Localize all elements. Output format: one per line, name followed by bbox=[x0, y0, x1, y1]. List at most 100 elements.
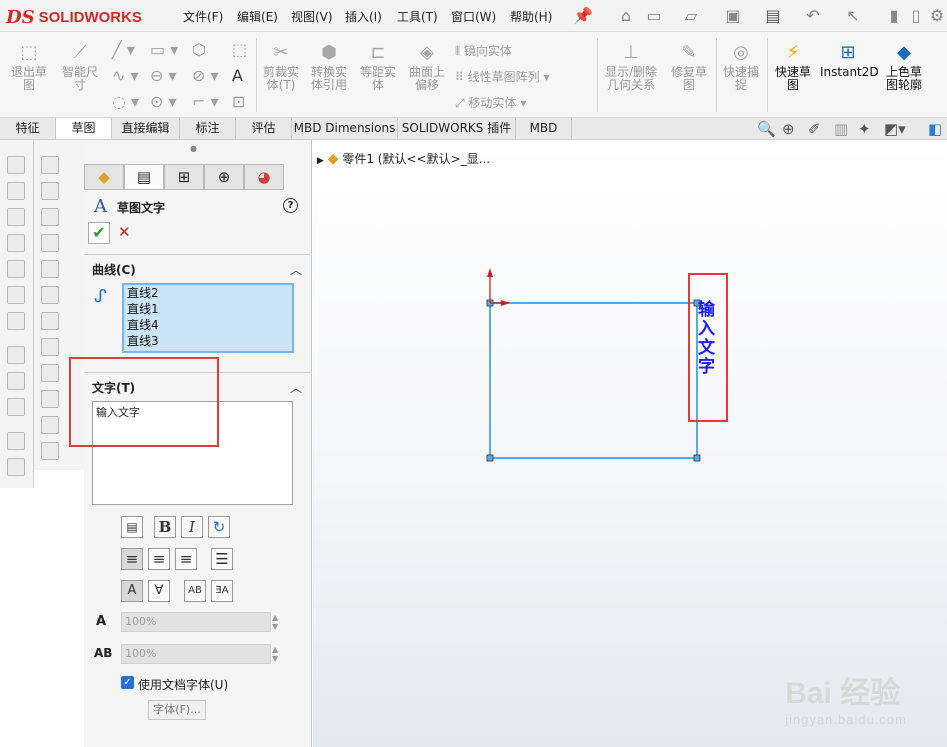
spline-tool-icon[interactable]: ∿ ▾ bbox=[112, 66, 139, 85]
tab-display-manager[interactable]: ◕ bbox=[244, 164, 284, 190]
tab-mbd[interactable]: MBD bbox=[516, 118, 572, 139]
view-top-icon[interactable] bbox=[7, 260, 25, 278]
solidworks-logo[interactable]: DS SOLIDWORKS bbox=[6, 4, 156, 30]
options-gear-icon[interactable]: ⚙ bbox=[926, 5, 947, 27]
help-icon[interactable]: ? bbox=[283, 198, 298, 213]
tab-sketch[interactable]: 草图 bbox=[56, 118, 112, 139]
tab-solidworks-addins[interactable]: SOLIDWORKS 插件 bbox=[398, 118, 516, 139]
shaded-sketch-contours-button[interactable]: ◆ 上色草 图轮廓 bbox=[878, 42, 930, 92]
chevron-up-icon[interactable]: ︿ bbox=[290, 261, 302, 278]
view-iso-icon[interactable] bbox=[7, 312, 25, 330]
menu-help[interactable]: 帮助(H) bbox=[510, 8, 552, 25]
pattern-icon[interactable] bbox=[41, 416, 59, 434]
rebuild-icon[interactable]: ▮ bbox=[883, 5, 905, 27]
rotate-button[interactable]: ↻ bbox=[208, 516, 230, 538]
offset-entities-button[interactable]: ⊏ 等距实 体 bbox=[355, 42, 401, 92]
menu-file[interactable]: 文件(F) bbox=[183, 8, 223, 25]
display-delete-relations-button[interactable]: ⊥ 显示/删除 几何关系 bbox=[600, 42, 662, 92]
spinner-arrows-icon[interactable]: ▲ ▼ bbox=[272, 613, 284, 631]
convert-entities-button[interactable]: ⬢ 转换实 体引用 bbox=[306, 42, 352, 92]
menu-tools[interactable]: 工具(T) bbox=[397, 8, 438, 25]
tab-dimxpert[interactable]: ⊕ bbox=[204, 164, 244, 190]
extrude-icon[interactable] bbox=[41, 182, 59, 200]
save-icon[interactable]: ▣ bbox=[722, 5, 744, 27]
revolve-icon[interactable] bbox=[41, 208, 59, 226]
menu-window[interactable]: 窗口(W) bbox=[451, 8, 496, 25]
repair-sketch-button[interactable]: ✎ 修复草 图 bbox=[666, 42, 712, 92]
rib-icon[interactable] bbox=[41, 338, 59, 356]
measure-tool-icon[interactable] bbox=[7, 372, 25, 390]
cancel-button[interactable]: ✕ bbox=[118, 223, 131, 241]
list-item[interactable]: 直线3 bbox=[124, 333, 292, 349]
3d-sketch-icon[interactable] bbox=[41, 156, 59, 174]
tab-mbd-dimensions[interactable]: MBD Dimensions bbox=[292, 118, 398, 139]
rapid-sketch-button[interactable]: ⚡ 快速草 图 bbox=[770, 42, 816, 92]
menu-edit[interactable]: 编辑(E) bbox=[237, 8, 278, 25]
width-factor-field[interactable]: 100% ▲ ▼ bbox=[121, 612, 278, 632]
view-orientation-icon[interactable]: ◩▾ bbox=[884, 120, 906, 138]
italic-button[interactable]: I bbox=[181, 516, 203, 538]
menu-view[interactable]: 视图(V) bbox=[291, 8, 333, 25]
tab-direct-edit[interactable]: 直接编辑 bbox=[112, 118, 180, 139]
align-right-button[interactable]: ≡ bbox=[175, 548, 197, 570]
flip-horizontal-button[interactable]: AB bbox=[184, 580, 206, 602]
spacing-field[interactable]: 100% ▲ ▼ bbox=[121, 644, 278, 664]
curves-selection-list[interactable]: 直线2 直线1 直线4 直线3 bbox=[122, 283, 294, 353]
linear-pattern-button[interactable]: ⠿ 线性草图阵列 ▾ bbox=[455, 68, 549, 85]
fillet-tool-icon[interactable]: ⌐ ▾ bbox=[192, 92, 219, 111]
new-file-icon[interactable]: ▭ bbox=[643, 5, 665, 27]
zoom-area-icon[interactable]: ⊕ bbox=[782, 120, 795, 138]
flip-vertical-button[interactable]: A bbox=[121, 580, 143, 602]
sketch-point[interactable] bbox=[693, 454, 701, 462]
slot-tool-icon[interactable]: ⊖ ▾ bbox=[150, 66, 177, 85]
open-folder-icon[interactable]: ▱ bbox=[680, 5, 702, 27]
view-front-icon[interactable] bbox=[7, 156, 25, 174]
view-bottom-icon[interactable] bbox=[7, 286, 25, 304]
align-center-button[interactable]: ≡ bbox=[148, 548, 170, 570]
point-tool-icon[interactable]: ⊘ ▾ bbox=[192, 66, 219, 85]
tab-features[interactable]: 特征 bbox=[0, 118, 56, 139]
tab-configuration-manager[interactable]: ⊞ bbox=[164, 164, 204, 190]
menu-insert[interactable]: 插入(I) bbox=[345, 8, 382, 25]
undo-icon[interactable]: ↶ bbox=[802, 5, 824, 27]
list-item[interactable]: 直线1 bbox=[124, 301, 292, 317]
circle-tool-icon[interactable]: ◌ ▾ bbox=[112, 92, 139, 111]
chevron-up-icon[interactable]: ︿ bbox=[290, 379, 302, 396]
display-style-icon[interactable]: ◧ bbox=[928, 120, 942, 138]
exit-sketch-button[interactable]: ⬚ 退出草 图 bbox=[4, 42, 54, 92]
display-pane-icon[interactable] bbox=[7, 398, 25, 416]
sketch-canvas[interactable] bbox=[313, 140, 947, 747]
print-icon[interactable]: ▤ bbox=[762, 5, 784, 27]
tab-property-manager[interactable]: ▤ bbox=[124, 164, 164, 190]
rectangle-tool-icon[interactable]: ▭ ▾ bbox=[150, 40, 178, 59]
shell-icon[interactable] bbox=[41, 286, 59, 304]
list-item[interactable]: 直线4 bbox=[124, 317, 292, 333]
polygon-tool-icon[interactable]: ⬡ bbox=[192, 40, 206, 59]
file-properties-icon[interactable]: ▯ bbox=[905, 5, 927, 27]
pin-icon[interactable]: 📌 bbox=[572, 5, 594, 27]
select-icon[interactable]: ↖ bbox=[842, 5, 864, 27]
panel-grip-icon[interactable]: ● bbox=[190, 144, 197, 153]
loft-icon[interactable] bbox=[41, 260, 59, 278]
wrap-icon[interactable] bbox=[41, 364, 59, 382]
move-entities-button[interactable]: ⤢ 移动实体 ▾ bbox=[455, 94, 526, 111]
font-button[interactable]: 字体(F)... bbox=[148, 700, 206, 720]
view-right-icon[interactable] bbox=[7, 234, 25, 252]
list-item[interactable]: 直线2 bbox=[124, 285, 292, 301]
layers-icon[interactable] bbox=[7, 458, 25, 476]
arc-tool-icon[interactable]: ⊙ ▾ bbox=[150, 92, 177, 111]
align-left-button[interactable]: ≡ bbox=[121, 548, 143, 570]
use-doc-font-checkbox[interactable]: ✓ bbox=[121, 676, 134, 689]
link-to-property-button[interactable]: ▤ bbox=[121, 516, 143, 538]
instant2d-button[interactable]: ⊞ Instant2D bbox=[820, 42, 879, 79]
offset-on-surface-button[interactable]: ◈ 曲面上 偏移 bbox=[404, 42, 450, 92]
mirror-feature-icon[interactable] bbox=[41, 442, 59, 460]
view-back-icon[interactable] bbox=[7, 182, 25, 200]
section-view-icon[interactable]: ▥ bbox=[834, 120, 848, 138]
plane-tool-icon[interactable]: ⬚ bbox=[232, 40, 247, 59]
bold-button[interactable]: B bbox=[154, 516, 176, 538]
section-tool-icon[interactable] bbox=[7, 346, 25, 364]
view-left-icon[interactable] bbox=[7, 208, 25, 226]
quick-snaps-button[interactable]: ◎ 快速捕 捉 bbox=[718, 42, 764, 92]
trim-entities-button[interactable]: ✂ 剪裁实 体(T) bbox=[258, 42, 304, 92]
